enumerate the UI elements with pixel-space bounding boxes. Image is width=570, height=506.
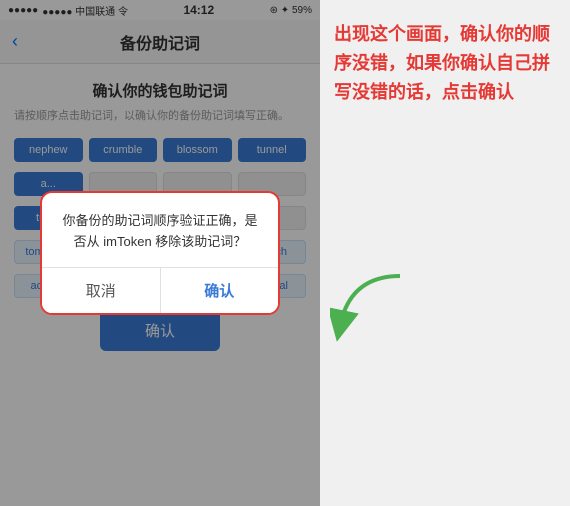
annotation-area: 出现这个画面，确认你的顺序没错，如果你确认自己拼写没错的话，点击确认 xyxy=(320,0,570,506)
dialog-box: 你备份的助记词顺序验证正确，是否从 imToken 移除该助记词？ 取消 确认 xyxy=(40,191,280,315)
dialog-cancel-button[interactable]: 取消 xyxy=(42,268,161,313)
dialog-ok-button[interactable]: 确认 xyxy=(161,268,279,313)
dialog-body: 你备份的助记词顺序验证正确，是否从 imToken 移除该助记词？ xyxy=(42,193,278,267)
dialog-actions: 取消 确认 xyxy=(42,267,278,313)
arrow-icon xyxy=(330,266,410,346)
dialog-overlay: 你备份的助记词顺序验证正确，是否从 imToken 移除该助记词？ 取消 确认 xyxy=(0,0,320,506)
phone-frame: ●●●●● ●●●●● 中国联通 令 14:12 ⊛ ✦ 59% ‹ 备份助记词… xyxy=(0,0,320,506)
annotation-text: 出现这个画面，确认你的顺序没错，如果你确认自己拼写没错的话，点击确认 xyxy=(334,20,556,106)
dialog-message: 你备份的助记词顺序验证正确，是否从 imToken 移除该助记词？ xyxy=(58,211,262,253)
